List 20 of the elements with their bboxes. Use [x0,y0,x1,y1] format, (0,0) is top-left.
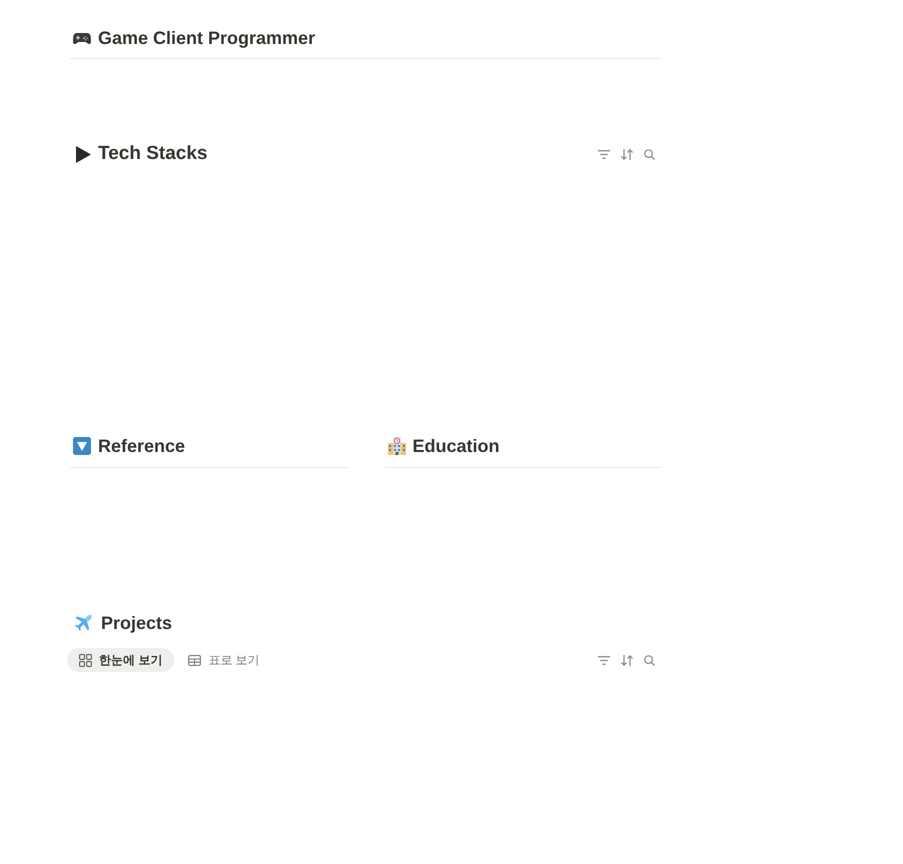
section-heading: Projects [101,612,172,635]
gamepad-icon [73,32,91,44]
search-icon[interactable] [644,654,655,666]
sort-icon[interactable] [621,654,633,666]
search-icon[interactable] [644,148,655,160]
down-triangle-button-icon [73,437,91,455]
table-icon [188,654,202,666]
filter-icon[interactable] [598,150,610,158]
section-heading: Reference [98,435,186,458]
section-heading: Tech Stacks [98,142,208,166]
school-building-icon [388,437,406,455]
filter-icon[interactable] [598,656,610,664]
toggle-triangle-icon[interactable] [75,146,91,162]
view-tab[interactable]: 한눈에 보기 [67,648,174,672]
airplane-icon [74,614,93,632]
view-tab[interactable]: 표로 보기 [180,648,268,672]
section-heading: Education [412,435,500,458]
sort-icon[interactable] [621,148,633,160]
grid-icon [79,654,92,666]
page-title: Game Client Programmer [98,27,316,50]
